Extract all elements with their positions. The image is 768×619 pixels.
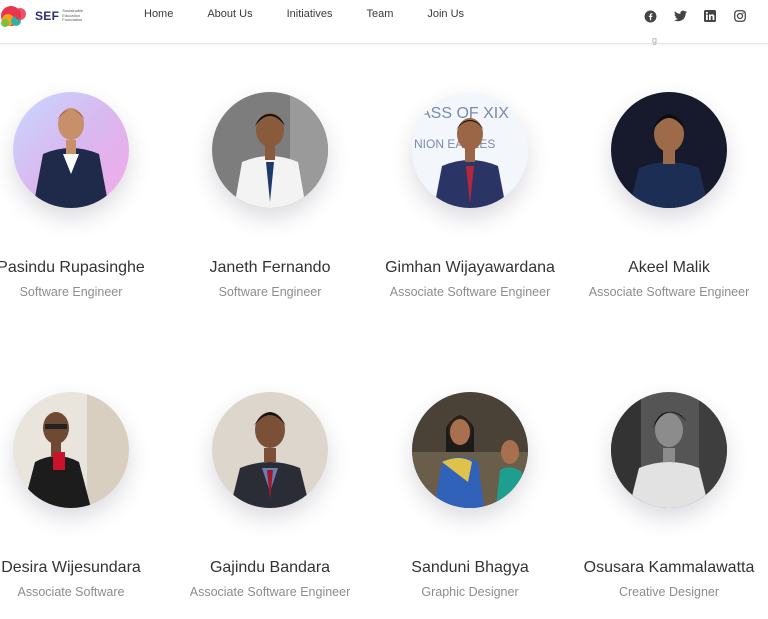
linkedin-icon[interactable] [700, 8, 720, 24]
nav-team[interactable]: Team [366, 8, 393, 20]
team-member-card: Pasindu Rupasinghe Software Engineer [0, 92, 171, 304]
avatar [611, 92, 727, 208]
faint-background-text: g [652, 35, 658, 45]
nav-home[interactable]: Home [144, 8, 173, 20]
nav-links: Home About Us Initiatives Team Join Us [144, 8, 498, 20]
nav-about-us[interactable]: About Us [207, 8, 252, 20]
team-member-card: Desira Wijesundara Associate Software [0, 392, 171, 604]
member-role: Associate Software Engineer [189, 585, 351, 599]
avatar [611, 392, 727, 508]
top-navbar: SEF Sustainable Education Foundation Hom… [0, 0, 768, 45]
nav-join-us[interactable]: Join Us [427, 8, 464, 20]
member-role: Creative Designer [618, 585, 720, 599]
member-name: Desira Wijesundara [1, 559, 141, 576]
team-member-card: Gajindu Bandara Associate Software Engin… [170, 392, 370, 604]
team-member-card: Janeth Fernando Software Engineer [170, 92, 370, 304]
member-name: Gajindu Bandara [209, 559, 331, 576]
avatar: ASS OF XIX NION EAGLES [412, 92, 528, 208]
team-member-card: Sanduni Bhagya Graphic Designer [370, 392, 570, 604]
instagram-icon[interactable] [730, 8, 750, 24]
avatar [13, 392, 129, 508]
member-name: Pasindu Rupasinghe [0, 259, 145, 276]
facebook-icon[interactable] [640, 8, 660, 24]
logo-mark-icon [0, 3, 34, 29]
member-role: Associate Software [17, 585, 125, 599]
member-name: Sanduni Bhagya [411, 559, 529, 576]
team-member-card: Osusara Kammalawatta Creative Designer [569, 392, 768, 604]
nav-initiatives[interactable]: Initiatives [287, 8, 333, 20]
avatar [212, 392, 328, 508]
avatar [212, 92, 328, 208]
team-member-card: Akeel Malik Associate Software Engineer [569, 92, 768, 304]
member-role: Software Engineer [19, 285, 123, 299]
logo-text: SEF [35, 9, 60, 23]
logo[interactable]: SEF Sustainable Education Foundation [0, 2, 88, 30]
avatar [13, 92, 129, 208]
team-member-card: ASS OF XIX NION EAGLES Gimhan Wijayaward… [370, 92, 570, 304]
member-role: Graphic Designer [421, 585, 519, 599]
member-role: Software Engineer [218, 285, 322, 299]
logo-subtext: Sustainable Education Foundation [62, 8, 84, 23]
twitter-icon[interactable] [670, 8, 690, 24]
social-links [640, 8, 760, 24]
member-name: Gimhan Wijayawardana [385, 259, 555, 276]
member-role: Associate Software Engineer [588, 285, 750, 299]
avatar [412, 392, 528, 508]
member-role: Associate Software Engineer [389, 285, 551, 299]
member-name: Osusara Kammalawatta [583, 559, 755, 576]
member-name: Akeel Malik [628, 259, 710, 276]
member-name: Janeth Fernando [209, 259, 331, 276]
svg-text:NION EAGLES: NION EAGLES [414, 137, 495, 151]
